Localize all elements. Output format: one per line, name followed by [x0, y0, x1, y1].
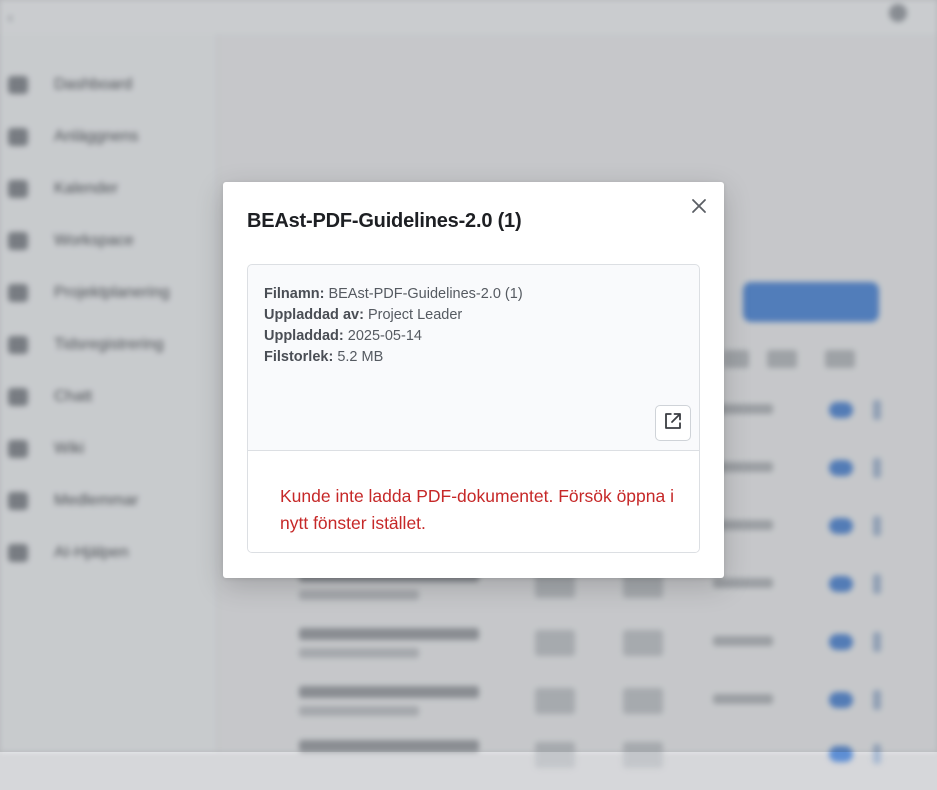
metadata-value: 5.2 MB: [337, 349, 384, 365]
metadata-value: BEAst-PDF-Guidelines-2.0 (1): [328, 286, 523, 302]
close-icon: [691, 198, 707, 219]
metadata-key: Filnamn:: [264, 286, 325, 302]
metadata-row-filename: Filnamn: BEAst-PDF-Guidelines-2.0 (1): [264, 284, 523, 305]
metadata-key: Filstorlek:: [264, 349, 334, 365]
metadata-row-uploaded-by: Uppladdad av: Project Leader: [264, 305, 523, 326]
open-in-new-window-button[interactable]: [655, 405, 691, 441]
metadata-row-uploaded-date: Uppladdad: 2025-05-14: [264, 326, 523, 347]
external-link-icon: [663, 411, 683, 436]
metadata-key: Uppladdad:: [264, 328, 344, 344]
close-button[interactable]: [687, 196, 711, 220]
pdf-viewer-area: Kunde inte ladda PDF-dokumentet. Försök …: [248, 451, 699, 552]
document-preview-modal: BEAst-PDF-Guidelines-2.0 (1) Filnamn: BE…: [223, 182, 724, 578]
metadata-key: Uppladdad av:: [264, 307, 364, 323]
pdf-error-message: Kunde inte ladda PDF-dokumentet. Försök …: [280, 486, 674, 533]
metadata-value: 2025-05-14: [347, 328, 422, 344]
document-panel: Filnamn: BEAst-PDF-Guidelines-2.0 (1) Up…: [247, 264, 700, 553]
file-metadata: Filnamn: BEAst-PDF-Guidelines-2.0 (1) Up…: [264, 284, 523, 368]
metadata-row-filesize: Filstorlek: 5.2 MB: [264, 347, 523, 368]
metadata-value: Project Leader: [367, 307, 463, 323]
modal-title: BEAst-PDF-Guidelines-2.0 (1): [247, 210, 522, 232]
